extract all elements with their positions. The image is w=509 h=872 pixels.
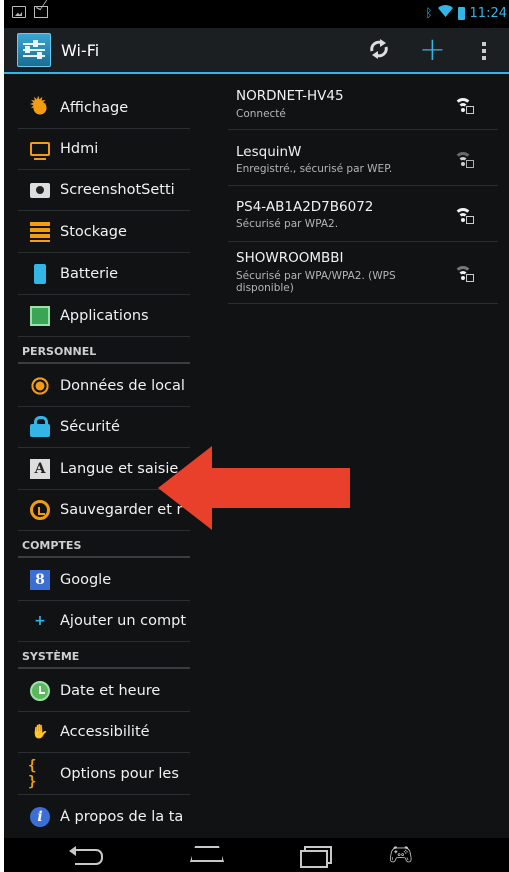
refresh-icon[interactable] [368,38,390,66]
backup-icon [30,500,50,520]
language-icon: A [30,459,50,479]
wifi-signal-locked-icon [454,152,474,168]
battery-status-icon [457,6,465,20]
settings-item-label: Hdmi [60,141,99,157]
settings-item-label: Affichage [60,100,129,116]
settings-item-label: Ajouter un compt [60,613,187,629]
page-title: Wi-Fi [61,41,100,60]
wifi-network-item[interactable]: SHOWROOMBBI Sécurisé par WPA/WPA2. (WPS … [228,242,498,304]
wifi-network-item[interactable]: PS4-AB1A2D7B6072 Sécurisé par WPA2. [228,186,498,242]
settings-item-label: Date et heure [60,683,161,699]
network-ssid: PS4-AB1A2D7B6072 [236,199,374,215]
braces-icon: { } [28,758,37,790]
back-icon[interactable] [69,846,105,865]
settings-item-label: Sécurité [60,419,120,435]
settings-item-google[interactable]: 8 Google [18,560,190,601]
hand-icon: ✋ [31,724,49,740]
settings-item-label: Google [60,572,112,588]
bluetooth-icon: ᛒ [425,6,433,20]
settings-item-batterie[interactable]: Batterie [18,254,190,295]
network-ssid: NORDNET-HV45 [236,88,344,104]
storage-icon [30,222,50,242]
clock: 11:24 [469,5,507,21]
red-arrow-annotation [158,446,350,530]
section-header-personnel: PERSONNEL [18,340,190,364]
action-bar: Wi-Fi + [4,28,509,74]
network-ssid: LesquinW [236,144,302,160]
network-ssid: SHOWROOMBBI [236,250,344,266]
network-status: Sécurisé par WPA/WPA2. (WPS disponible) [236,270,396,294]
gamepad-icon[interactable]: 🎮︎ [388,844,418,864]
settings-item-location[interactable]: Données de local [18,366,190,407]
navigation-bar: 🎮︎ [4,838,509,872]
battery-icon [34,264,46,284]
applications-icon [30,306,50,326]
settings-item-accessibilite[interactable]: ✋ Accessibilité [18,712,190,753]
network-status: Connecté [236,108,286,120]
status-indicators: ᛒ 11:24 [425,5,507,21]
wifi-network-item[interactable]: NORDNET-HV45 Connecté [228,78,498,130]
settings-item-label: Batterie [60,266,119,282]
camera-icon [30,182,50,198]
notification-icons [12,6,48,18]
settings-item-screenshot[interactable]: ScreenshotSetti [18,170,190,211]
settings-item-label: Accessibilité [60,724,150,740]
info-icon: i [30,806,50,827]
settings-item-stockage[interactable]: Stockage [18,212,190,253]
google-icon: 8 [30,570,50,590]
add-network-icon[interactable]: + [419,31,446,67]
wifi-signal-locked-icon [454,208,474,224]
settings-app-icon[interactable] [17,33,51,67]
settings-item-date-heure[interactable]: Date et heure [18,671,190,712]
plus-icon: + [34,613,46,629]
status-bar: ᛒ 11:24 [4,0,509,28]
settings-item-add-account[interactable]: + Ajouter un compt [18,601,190,642]
hdmi-monitor-icon [30,142,50,160]
location-icon [30,376,50,396]
image-notification-icon [12,6,26,18]
settings-item-label: Stockage [60,224,127,240]
settings-item-applications[interactable]: Applications [18,296,190,337]
recent-apps-icon[interactable] [300,846,332,868]
lock-icon [30,415,50,437]
settings-item-about[interactable]: i À propos de la ta [18,796,190,837]
settings-item-label: ScreenshotSetti [60,182,175,198]
network-status: Sécurisé par WPA2. [236,218,339,230]
wifi-network-item[interactable]: LesquinW Enregistré., sécurisé par WEP. [228,130,498,186]
network-status: Enregistré., sécurisé par WEP. [236,163,393,175]
settings-item-label: Applications [60,308,149,324]
home-icon[interactable] [190,846,224,862]
clock-icon [30,681,50,701]
settings-item-hdmi[interactable]: Hdmi [18,129,190,170]
settings-item-options-dev[interactable]: { } Options pour les [18,754,190,795]
mail-notification-icon [34,6,48,18]
settings-item-securite[interactable]: Sécurité [18,407,190,448]
settings-item-label: À propos de la ta [60,808,184,825]
settings-item-label: Données de local [60,378,185,394]
wifi-signal-locked-icon [454,266,474,282]
settings-item-label: Options pour les [60,766,179,782]
section-header-comptes: COMPTES [18,534,190,558]
wifi-signal-locked-icon [454,98,474,114]
android-screen: ᛒ 11:24 Wi-Fi + Affichage [4,0,509,872]
overflow-menu-icon[interactable] [482,42,487,62]
settings-item-affichage[interactable]: Affichage [18,88,190,129]
display-sun-icon [29,93,50,118]
wifi-signal-icon [437,5,453,21]
section-header-systeme: SYSTÈME [18,645,190,669]
